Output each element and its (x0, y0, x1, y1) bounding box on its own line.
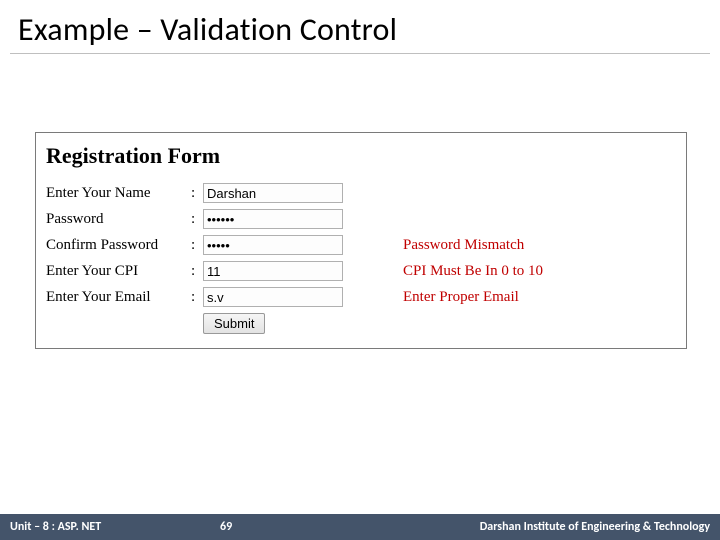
colon: : (191, 237, 203, 254)
label-name: Enter Your Name (46, 185, 191, 202)
label-confirm-password: Confirm Password (46, 237, 191, 254)
slide-title: Example – Validation Control (0, 0, 720, 53)
name-input[interactable] (203, 183, 343, 203)
registration-form-box: Registration Form Enter Your Name : Pass… (35, 132, 687, 349)
colon: : (191, 211, 203, 228)
error-cpi: CPI Must Be In 0 to 10 (403, 263, 676, 280)
label-cpi: Enter Your CPI (46, 263, 191, 280)
confirm-password-input[interactable] (203, 235, 343, 255)
footer: Unit – 8 : ASP. NET 69 Darshan Institute… (0, 514, 720, 540)
password-input[interactable] (203, 209, 343, 229)
colon: : (191, 289, 203, 306)
row-password: Password : (46, 209, 676, 229)
slide: Example – Validation Control Registratio… (0, 0, 720, 540)
label-email: Enter Your Email (46, 289, 191, 306)
row-name: Enter Your Name : (46, 183, 676, 203)
cpi-input[interactable] (203, 261, 343, 281)
row-cpi: Enter Your CPI : CPI Must Be In 0 to 10 (46, 261, 676, 281)
form-heading: Registration Form (46, 143, 676, 169)
submit-button[interactable]: Submit (203, 313, 265, 334)
label-password: Password (46, 211, 191, 228)
title-underline (10, 53, 710, 54)
row-email: Enter Your Email : Enter Proper Email (46, 287, 676, 307)
email-input[interactable] (203, 287, 343, 307)
row-confirm-password: Confirm Password : Password Mismatch (46, 235, 676, 255)
colon: : (191, 185, 203, 202)
colon: : (191, 263, 203, 280)
error-confirm-password: Password Mismatch (403, 237, 676, 254)
submit-row: Submit (203, 313, 676, 334)
error-email: Enter Proper Email (403, 289, 676, 306)
footer-page: 69 (0, 520, 720, 534)
